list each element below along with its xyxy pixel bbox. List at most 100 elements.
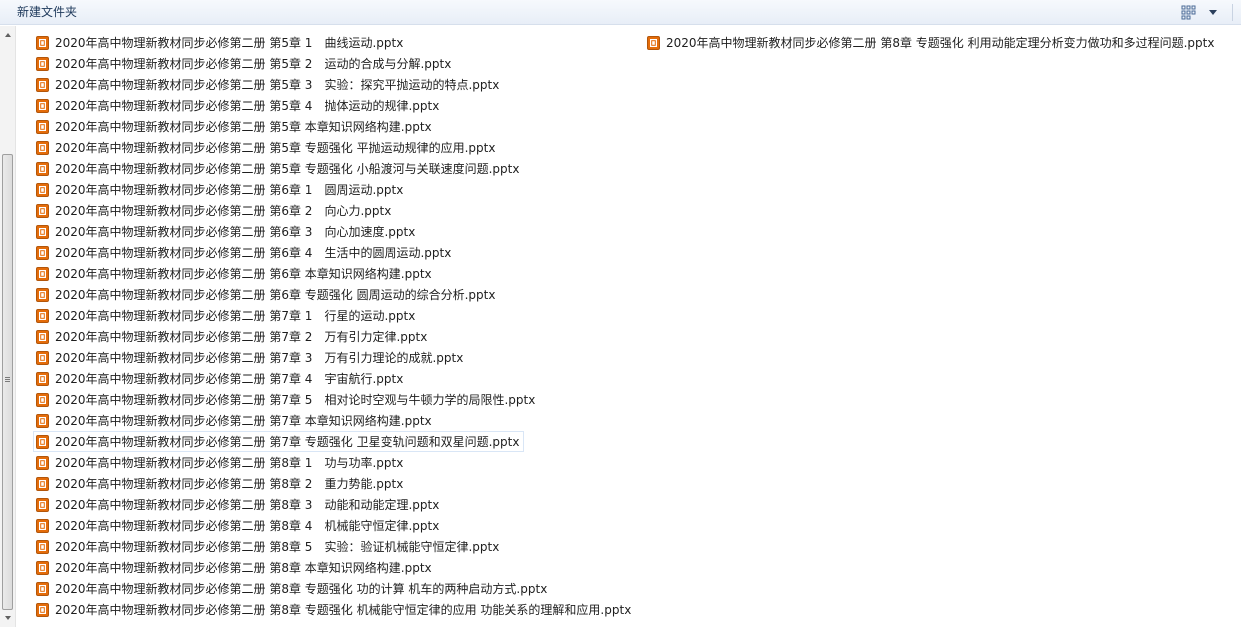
file-item[interactable]: 2020年高中物理新教材同步必修第二册 第5章 1 曲线运动.pptx [33,32,633,53]
pptx-file-icon [36,183,49,197]
pptx-file-icon [36,603,49,617]
file-item[interactable]: 2020年高中物理新教材同步必修第二册 第8章 专题强化 利用动能定理分析变力做… [644,32,1241,53]
file-item[interactable]: 2020年高中物理新教材同步必修第二册 第7章 1 行星的运动.pptx [33,305,633,326]
toolbar-divider [1232,4,1233,21]
file-column-2: 2020年高中物理新教材同步必修第二册 第8章 专题强化 利用动能定理分析变力做… [644,32,1241,53]
file-name: 2020年高中物理新教材同步必修第二册 第7章 专题强化 卫星变轨问题和双星问题… [55,435,520,449]
file-column-1: 2020年高中物理新教材同步必修第二册 第5章 1 曲线运动.pptx 2020年… [33,32,633,620]
file-name: 2020年高中物理新教材同步必修第二册 第8章 专题强化 机械能守恒定律的应用 … [55,603,632,617]
file-name: 2020年高中物理新教材同步必修第二册 第6章 2 向心力.pptx [55,204,392,218]
pptx-file-icon [36,435,49,449]
file-item[interactable]: 2020年高中物理新教材同步必修第二册 第5章 本章知识网络构建.pptx [33,116,633,137]
pptx-file-icon [36,225,49,239]
file-item[interactable]: 2020年高中物理新教材同步必修第二册 第6章 4 生活中的圆周运动.pptx [33,242,633,263]
file-name: 2020年高中物理新教材同步必修第二册 第5章 3 实验：探究平抛运动的特点.p… [55,78,500,92]
file-item[interactable]: 2020年高中物理新教材同步必修第二册 第7章 本章知识网络构建.pptx [33,410,633,431]
pptx-file-icon [36,477,49,491]
file-name: 2020年高中物理新教材同步必修第二册 第8章 3 动能和动能定理.pptx [55,498,440,512]
file-name: 2020年高中物理新教材同步必修第二册 第8章 5 实验：验证机械能守恒定律.p… [55,540,500,554]
file-item[interactable]: 2020年高中物理新教材同步必修第二册 第7章 专题强化 卫星变轨问题和双星问题… [33,431,525,452]
file-name: 2020年高中物理新教材同步必修第二册 第6章 1 圆周运动.pptx [55,183,404,197]
pptx-file-icon [36,519,49,533]
file-item[interactable]: 2020年高中物理新教材同步必修第二册 第6章 1 圆周运动.pptx [33,179,633,200]
file-item[interactable]: 2020年高中物理新教材同步必修第二册 第8章 4 机械能守恒定律.pptx [33,515,633,536]
file-name: 2020年高中物理新教材同步必修第二册 第8章 专题强化 功的计算 机车的两种启… [55,582,548,596]
pptx-file-icon [36,162,49,176]
file-item[interactable]: 2020年高中物理新教材同步必修第二册 第8章 1 功与功率.pptx [33,452,633,473]
pptx-file-icon [36,582,49,596]
file-name: 2020年高中物理新教材同步必修第二册 第6章 专题强化 圆周运动的综合分析.p… [55,288,496,302]
file-item[interactable]: 2020年高中物理新教材同步必修第二册 第5章 专题强化 平抛运动规律的应用.p… [33,137,633,158]
file-name: 2020年高中物理新教材同步必修第二册 第7章 4 宇宙航行.pptx [55,372,404,386]
pptx-file-icon [36,204,49,218]
toolbar: 新建文件夹 [0,0,1241,25]
file-item[interactable]: 2020年高中物理新教材同步必修第二册 第8章 专题强化 功的计算 机车的两种启… [33,578,633,599]
file-item[interactable]: 2020年高中物理新教材同步必修第二册 第5章 4 抛体运动的规律.pptx [33,95,633,116]
pptx-file-icon [36,309,49,323]
pptx-file-icon [36,57,49,71]
file-name: 2020年高中物理新教材同步必修第二册 第5章 1 曲线运动.pptx [55,36,404,50]
pptx-file-icon [36,330,49,344]
file-name: 2020年高中物理新教材同步必修第二册 第6章 4 生活中的圆周运动.pptx [55,246,452,260]
file-name: 2020年高中物理新教材同步必修第二册 第5章 4 抛体运动的规律.pptx [55,99,440,113]
pptx-file-icon [36,540,49,554]
pptx-file-icon [36,414,49,428]
new-folder-button[interactable]: 新建文件夹 [17,4,77,20]
pptx-file-icon [647,36,660,50]
file-item[interactable]: 2020年高中物理新教材同步必修第二册 第6章 2 向心力.pptx [33,200,633,221]
chevron-down-icon[interactable] [1207,4,1219,20]
file-name: 2020年高中物理新教材同步必修第二册 第6章 3 向心加速度.pptx [55,225,416,239]
file-name: 2020年高中物理新教材同步必修第二册 第5章 专题强化 小船渡河与关联速度问题… [55,162,520,176]
file-item[interactable]: 2020年高中物理新教材同步必修第二册 第5章 专题强化 小船渡河与关联速度问题… [33,158,633,179]
scroll-down-arrow-icon[interactable] [0,610,16,627]
explorer-window: 新建文件夹 2020年高中物理新教材同步必修第二册 第5章 1 曲线运动.ppt… [0,0,1241,627]
pptx-file-icon [36,99,49,113]
file-name: 2020年高中物理新教材同步必修第二册 第7章 本章知识网络构建.pptx [55,414,432,428]
file-name: 2020年高中物理新教材同步必修第二册 第8章 4 机械能守恒定律.pptx [55,519,440,533]
file-name: 2020年高中物理新教材同步必修第二册 第8章 1 功与功率.pptx [55,456,404,470]
file-item[interactable]: 2020年高中物理新教材同步必修第二册 第8章 3 动能和动能定理.pptx [33,494,633,515]
file-item[interactable]: 2020年高中物理新教材同步必修第二册 第6章 3 向心加速度.pptx [33,221,633,242]
file-item[interactable]: 2020年高中物理新教材同步必修第二册 第7章 2 万有引力定律.pptx [33,326,633,347]
file-item[interactable]: 2020年高中物理新教材同步必修第二册 第8章 2 重力势能.pptx [33,473,633,494]
file-item[interactable]: 2020年高中物理新教材同步必修第二册 第6章 专题强化 圆周运动的综合分析.p… [33,284,633,305]
view-options-icon[interactable] [1181,4,1197,20]
scroll-up-arrow-icon[interactable] [0,26,16,43]
file-item[interactable]: 2020年高中物理新教材同步必修第二册 第7章 4 宇宙航行.pptx [33,368,633,389]
file-item[interactable]: 2020年高中物理新教材同步必修第二册 第7章 5 相对论时空观与牛顿力学的局限… [33,389,633,410]
file-name: 2020年高中物理新教材同步必修第二册 第7章 1 行星的运动.pptx [55,309,416,323]
pptx-file-icon [36,456,49,470]
file-item[interactable]: 2020年高中物理新教材同步必修第二册 第5章 2 运动的合成与分解.pptx [33,53,633,74]
file-name: 2020年高中物理新教材同步必修第二册 第7章 3 万有引力理论的成就.pptx [55,351,464,365]
pptx-file-icon [36,498,49,512]
pptx-file-icon [36,351,49,365]
file-item[interactable]: 2020年高中物理新教材同步必修第二册 第7章 3 万有引力理论的成就.pptx [33,347,633,368]
pptx-file-icon [36,36,49,50]
pptx-file-icon [36,561,49,575]
file-item[interactable]: 2020年高中物理新教材同步必修第二册 第8章 专题强化 机械能守恒定律的应用 … [33,599,633,620]
pptx-file-icon [36,141,49,155]
file-item[interactable]: 2020年高中物理新教材同步必修第二册 第8章 5 实验：验证机械能守恒定律.p… [33,536,633,557]
scrollbar-thumb[interactable] [2,154,13,610]
pptx-file-icon [36,288,49,302]
vertical-scrollbar[interactable] [0,26,16,627]
pptx-file-icon [36,393,49,407]
file-name: 2020年高中物理新教材同步必修第二册 第5章 专题强化 平抛运动规律的应用.p… [55,141,496,155]
file-item[interactable]: 2020年高中物理新教材同步必修第二册 第8章 本章知识网络构建.pptx [33,557,633,578]
file-name: 2020年高中物理新教材同步必修第二册 第6章 本章知识网络构建.pptx [55,267,432,281]
file-item[interactable]: 2020年高中物理新教材同步必修第二册 第6章 本章知识网络构建.pptx [33,263,633,284]
pptx-file-icon [36,372,49,386]
file-name: 2020年高中物理新教材同步必修第二册 第7章 5 相对论时空观与牛顿力学的局限… [55,393,536,407]
file-name: 2020年高中物理新教材同步必修第二册 第7章 2 万有引力定律.pptx [55,330,428,344]
file-list-view: 2020年高中物理新教材同步必修第二册 第5章 1 曲线运动.pptx 2020年… [17,26,1241,627]
grip-icon [5,377,10,378]
pptx-file-icon [36,246,49,260]
file-name: 2020年高中物理新教材同步必修第二册 第8章 2 重力势能.pptx [55,477,404,491]
pptx-file-icon [36,120,49,134]
file-item[interactable]: 2020年高中物理新教材同步必修第二册 第5章 3 实验：探究平抛运动的特点.p… [33,74,633,95]
pptx-file-icon [36,267,49,281]
file-name: 2020年高中物理新教材同步必修第二册 第8章 专题强化 利用动能定理分析变力做… [666,36,1215,50]
file-name: 2020年高中物理新教材同步必修第二册 第5章 2 运动的合成与分解.pptx [55,57,452,71]
pptx-file-icon [36,78,49,92]
file-name: 2020年高中物理新教材同步必修第二册 第5章 本章知识网络构建.pptx [55,120,432,134]
